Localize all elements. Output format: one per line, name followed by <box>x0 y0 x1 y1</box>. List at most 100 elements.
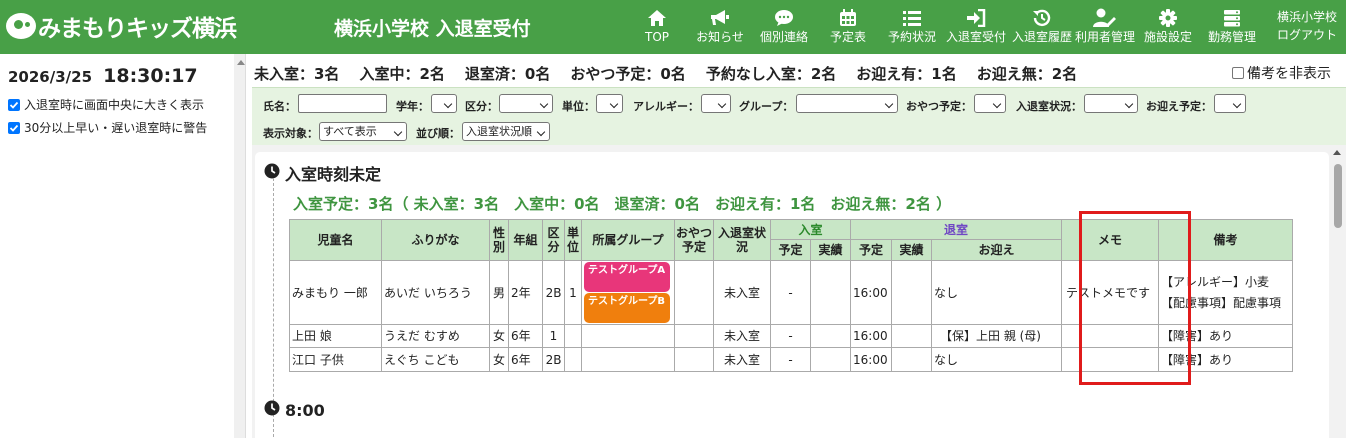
col-header-grade: 年組 <box>508 219 543 261</box>
filter-snack-select[interactable] <box>974 94 1006 113</box>
calendar-icon <box>839 6 857 30</box>
cell-section: 2B <box>542 260 565 325</box>
app-logo[interactable]: みまもりキッズ横浜 <box>6 12 237 42</box>
hide-notes-toggle[interactable]: 備考を非表示 <box>1232 63 1331 83</box>
nav-label: 施設設定 <box>1143 30 1192 44</box>
cell-unit <box>564 347 582 372</box>
col-header-entry: 入室 <box>770 219 851 240</box>
cell-status: 未入室 <box>713 324 771 348</box>
option-large-display[interactable]: 入退室時に画面中央に大きく表示 <box>8 96 204 113</box>
section-summary: 入室予定：3名（ 未入室：3名 入室中：0名 退室済：0名 お迎え有：1名 お迎… <box>293 195 952 213</box>
cell-exit-actual <box>891 324 932 348</box>
cell-section: 1 <box>542 324 565 348</box>
group-badge: テストグループA <box>584 262 670 292</box>
scroll-up-arrow-icon[interactable] <box>237 60 245 65</box>
filter-display-select[interactable]: すべて表示 <box>319 122 407 141</box>
nav-item-reservations[interactable]: 予約状況 <box>886 6 938 50</box>
summary-item: 予約なし入室：2名 <box>705 65 837 83</box>
nav-item-work-management[interactable]: 勤務管理 <box>1205 6 1259 50</box>
cell-snack <box>674 324 714 348</box>
nav-label: 予約状況 <box>887 30 936 44</box>
nav-item-user-management[interactable]: 利用者管理 <box>1073 6 1137 50</box>
nav-label: 個別連絡 <box>759 30 808 44</box>
nav-label: 入退室履歴 <box>1011 30 1072 44</box>
cell-exit-planned: 16:00 <box>850 260 892 325</box>
cell-unit: 1 <box>564 260 582 325</box>
left-panel: 2026/3/25 18:30:17 入退室時に画面中央に大きく表示 30分以上… <box>0 54 234 438</box>
nav-item-top[interactable]: TOP <box>642 6 672 50</box>
cell-entry-planned: - <box>770 324 811 348</box>
timeline-line <box>273 178 274 438</box>
cell-group: テストグループA テストグループB <box>581 260 675 325</box>
summary-item: お迎え無：2名 <box>976 65 1078 83</box>
panel-divider[interactable] <box>234 54 246 438</box>
cell-entry-planned: - <box>770 260 811 325</box>
nav-item-messages[interactable]: 個別連絡 <box>758 6 810 50</box>
filter-pickup-select[interactable] <box>1214 94 1246 113</box>
chat-icon <box>774 6 794 30</box>
col-header-exit-actual: 実績 <box>891 239 932 261</box>
user-name: 横浜小学校 <box>1276 10 1337 24</box>
logo-text: みまもりキッズ横浜 <box>38 16 237 42</box>
filter-name-label: 氏名： <box>263 100 296 113</box>
nav-item-checkin[interactable]: 入退室受付 <box>944 6 1008 50</box>
filter-unit-select[interactable] <box>596 94 623 113</box>
checkbox-checked-icon[interactable] <box>8 121 20 134</box>
cell-group <box>581 347 675 372</box>
user-edit-icon <box>1093 6 1117 30</box>
filter-snack-label: おやつ予定： <box>906 100 972 113</box>
cell-group <box>581 324 675 348</box>
summary-item: 退室済：0名 <box>464 65 551 83</box>
clock-icon <box>264 400 280 420</box>
cell-entry-actual <box>810 347 851 372</box>
top-header: みまもりキッズ横浜 横浜小学校 入退室受付 TOP お知らせ 個別連絡 予定表 … <box>0 0 1346 54</box>
filter-status-select[interactable] <box>1084 94 1138 113</box>
table-row[interactable]: みまもり 一郎 あいだ いちろう 男 2年 2B 1 テストグループA テストグ… <box>289 260 1293 325</box>
option-warning[interactable]: 30分以上早い・遅い退室時に警告 <box>8 119 207 136</box>
col-header-snack: おやつ予定 <box>674 219 714 261</box>
col-header-pickup: お迎え <box>931 239 1062 261</box>
attendance-card: 入室時刻未定 入室予定：3名（ 未入室：3名 入室中：0名 退室済：0名 お迎え… <box>255 152 1329 438</box>
cell-memo: テストメモです <box>1061 260 1159 325</box>
logo-mark-icon <box>6 13 36 39</box>
checkbox-checked-icon[interactable] <box>8 98 20 111</box>
cell-grade: 2年 <box>508 260 543 325</box>
cell-section: 2B <box>542 347 565 372</box>
cell-kana: えぐち こども <box>381 347 490 372</box>
clock-date: 2026/3/25 <box>8 68 93 86</box>
filter-section-select[interactable] <box>499 94 553 113</box>
section-header: 8:00 <box>264 400 325 420</box>
logout-link[interactable]: ログアウト <box>1270 26 1344 44</box>
nav-item-facility-settings[interactable]: 施設設定 <box>1141 6 1195 50</box>
content-scrollbar[interactable] <box>1329 145 1346 438</box>
nav-item-notices[interactable]: お知らせ <box>694 6 746 50</box>
table-row[interactable]: 上田 娘 うえだ むすめ 女 6年 1 未入室 - 16:00 【保】上田 親 <box>289 324 1293 348</box>
col-header-notes: 備考 <box>1158 219 1293 261</box>
filter-grade-select[interactable] <box>431 94 457 113</box>
cell-snack <box>674 260 714 325</box>
filter-order-select[interactable]: 入退室状況順 <box>462 122 550 141</box>
filter-allergy-select[interactable] <box>701 94 731 113</box>
cell-exit-actual <box>891 347 932 372</box>
col-header-entry-planned: 予定 <box>770 239 811 261</box>
cell-name: みまもり 一郎 <box>289 260 382 325</box>
cell-status: 未入室 <box>713 260 771 325</box>
cell-snack <box>674 347 714 372</box>
scroll-up-arrow-icon[interactable] <box>1333 150 1341 155</box>
filter-section-label: 区分： <box>465 100 498 113</box>
col-header-entry-actual: 実績 <box>810 239 851 261</box>
filter-name-input[interactable] <box>298 94 387 113</box>
hide-notes-checkbox[interactable] <box>1232 67 1244 79</box>
nav-item-schedule[interactable]: 予定表 <box>826 6 870 50</box>
col-header-unit: 単位 <box>564 219 582 261</box>
nav-label: お知らせ <box>696 30 744 44</box>
filter-group-select[interactable] <box>796 94 898 113</box>
cell-grade: 6年 <box>508 324 543 348</box>
gear-icon <box>1159 6 1177 30</box>
history-icon <box>1032 6 1052 30</box>
nav-item-history[interactable]: 入退室履歴 <box>1010 6 1074 50</box>
table-row[interactable]: 江口 子供 えぐち こども 女 6年 2B 未入室 - 16:00 なし 【障害… <box>289 347 1293 372</box>
cell-entry-actual <box>810 324 851 348</box>
scrollbar-thumb[interactable] <box>1334 164 1342 228</box>
nav-label: 入退室受付 <box>945 30 1006 44</box>
